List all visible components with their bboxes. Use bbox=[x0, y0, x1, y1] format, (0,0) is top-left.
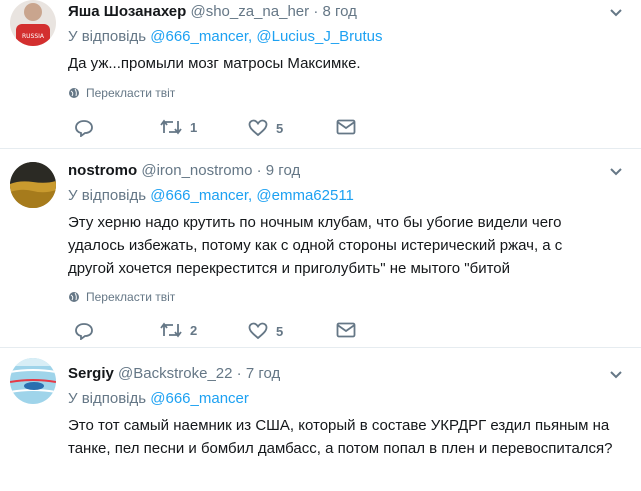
author-name[interactable]: nostromo bbox=[68, 162, 137, 179]
direct-message-button[interactable] bbox=[336, 322, 356, 338]
timestamp[interactable]: · 8 год bbox=[313, 3, 357, 20]
author-handle[interactable]: @sho_za_na_her bbox=[190, 3, 309, 20]
like-icon bbox=[248, 322, 268, 340]
retweet-count: 1 bbox=[190, 119, 198, 135]
retweet-button[interactable]: 1 bbox=[160, 119, 197, 135]
chevron-down-icon[interactable] bbox=[609, 167, 623, 177]
reply-mentions[interactable]: @666_mancer bbox=[150, 390, 249, 407]
svg-text:RUSSIA: RUSSIA bbox=[22, 33, 45, 40]
globe-icon bbox=[69, 292, 79, 302]
direct-message-button[interactable] bbox=[336, 119, 356, 135]
like-count: 5 bbox=[276, 120, 284, 136]
reply-prefix: У відповідь bbox=[68, 28, 147, 45]
tweet-header: Sergiy @Backstroke_22 · 7 год bbox=[68, 365, 280, 382]
retweet-count: 2 bbox=[190, 322, 198, 338]
tweet[interactable]: Sergiy @Backstroke_22 · 7 год У відповід… bbox=[0, 348, 641, 491]
like-button[interactable]: 5 bbox=[248, 322, 283, 340]
tweet-text-line: другой хочется перекрестится и приголуби… bbox=[68, 260, 511, 277]
avatar[interactable] bbox=[10, 358, 56, 404]
tweet-text: Да уж...промыли мозг матросы Максимке. bbox=[68, 55, 361, 72]
author-name[interactable]: Sergiy bbox=[68, 365, 114, 382]
tweet-text: Эту херню надо крутить по ночным клубам,… bbox=[68, 211, 628, 280]
reply-prefix: У відповідь bbox=[68, 187, 147, 204]
translate-label[interactable]: Перекласти твіт bbox=[86, 86, 175, 100]
chevron-down-icon[interactable] bbox=[609, 370, 623, 380]
tweet-text-line: танке, пел песни и бомбил дамбасс, а пот… bbox=[68, 440, 613, 457]
tweet-header: Яша Шозанахер @sho_za_na_her · 8 год bbox=[68, 3, 357, 20]
tweet[interactable]: RUSSIA Яша Шозанахер @sho_za_na_her · 8 … bbox=[0, 0, 641, 150]
message-icon bbox=[336, 322, 356, 338]
like-count: 5 bbox=[276, 323, 284, 339]
reply-context: У відповідь @666_mancer bbox=[68, 390, 249, 407]
reply-mentions[interactable]: @666_mancer, @emma62511 bbox=[150, 187, 354, 204]
author-name[interactable]: Яша Шозанахер bbox=[68, 3, 186, 20]
globe-icon bbox=[69, 88, 79, 98]
translate-link[interactable]: Перекласти твіт bbox=[68, 290, 175, 304]
like-button[interactable]: 5 bbox=[248, 119, 283, 137]
author-handle[interactable]: @Backstroke_22 bbox=[118, 365, 232, 382]
chevron-down-icon[interactable] bbox=[609, 8, 623, 18]
reply-context: У відповідь @666_mancer, @Lucius_J_Brutu… bbox=[68, 28, 383, 45]
tweet-text-line: Эту херню надо крутить по ночным клубам,… bbox=[68, 214, 562, 231]
timestamp[interactable]: · 7 год bbox=[237, 365, 281, 382]
timestamp[interactable]: · 9 год bbox=[257, 162, 301, 179]
reply-prefix: У відповідь bbox=[68, 390, 147, 407]
tweet-text: Это тот самый наемник из США, который в … bbox=[68, 414, 628, 460]
translate-label[interactable]: Перекласти твіт bbox=[86, 290, 175, 304]
tweet-header: nostromo @iron_nostromo · 9 год bbox=[68, 162, 300, 179]
tweet-text-line: удалось избежать, потому как с одной сто… bbox=[68, 237, 563, 254]
reply-context: У відповідь @666_mancer, @emma62511 bbox=[68, 187, 354, 204]
reply-button[interactable] bbox=[74, 119, 94, 137]
tweet-text-line: Это тот самый наемник из США, который в … bbox=[68, 417, 610, 434]
retweet-button[interactable]: 2 bbox=[160, 322, 197, 338]
reply-icon bbox=[75, 120, 93, 137]
reply-icon bbox=[75, 323, 93, 340]
author-handle[interactable]: @iron_nostromo bbox=[141, 162, 252, 179]
reply-mentions[interactable]: @666_mancer, @Lucius_J_Brutus bbox=[150, 28, 382, 45]
reply-button[interactable] bbox=[74, 322, 94, 340]
retweet-icon bbox=[160, 119, 182, 135]
like-icon bbox=[248, 119, 268, 137]
avatar[interactable] bbox=[10, 162, 56, 208]
message-icon bbox=[336, 119, 356, 135]
tweet[interactable]: nostromo @iron_nostromo · 9 год У відпов… bbox=[0, 149, 641, 347]
translate-link[interactable]: Перекласти твіт bbox=[68, 86, 175, 100]
avatar[interactable]: RUSSIA bbox=[10, 0, 56, 46]
retweet-icon bbox=[160, 322, 182, 338]
